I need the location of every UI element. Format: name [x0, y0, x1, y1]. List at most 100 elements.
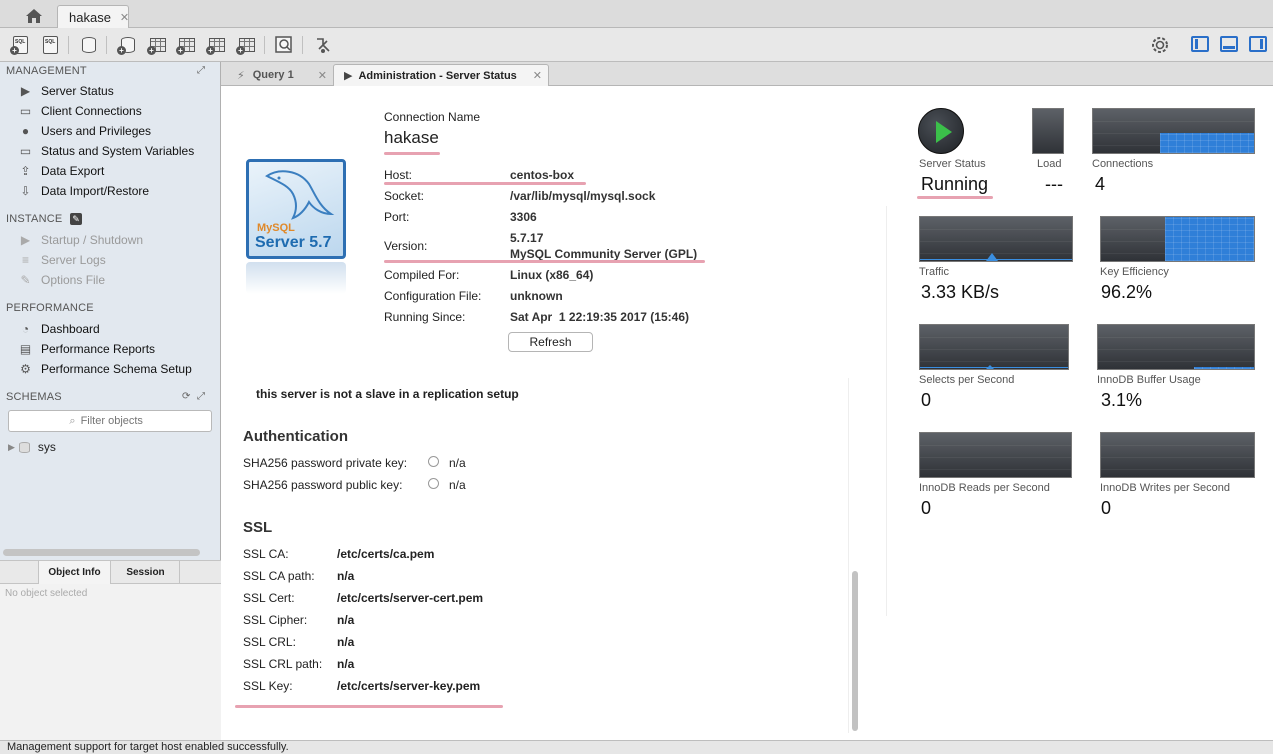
create-schema-icon[interactable]: +: [117, 35, 139, 55]
home-icon: [26, 9, 42, 23]
lightning-icon: ⚡: [237, 69, 245, 82]
settings-icon[interactable]: [1150, 35, 1172, 55]
ssl-crl-label: SSL CRL:: [243, 635, 296, 649]
tab-query-1[interactable]: ⚡ Query 1 ✕: [227, 64, 333, 86]
sidebar-item-server-status[interactable]: ▶ Server Status: [18, 82, 114, 100]
innodb-buffer-label: InnoDB Buffer Usage: [1097, 374, 1201, 386]
toolbar-separator: [302, 36, 303, 54]
panel-divider: [886, 206, 887, 616]
toggle-output-icon[interactable]: [1220, 36, 1238, 52]
expand-icon[interactable]: ⤢: [197, 391, 205, 402]
disclosure-triangle-icon[interactable]: ▶: [8, 442, 15, 453]
replication-note: this server is not a slave in a replicat…: [256, 387, 519, 401]
logo-text: Server 5.7: [255, 234, 332, 251]
highlight-underline: [384, 182, 586, 185]
tab-label: Administration - Server Status: [358, 69, 517, 82]
new-sql-tab-icon[interactable]: SQL +: [10, 35, 32, 55]
play-circle-icon: ▶: [20, 233, 31, 247]
innodb-writes-graph: [1100, 432, 1255, 478]
sidebar-item-dashboard[interactable]: ◔ Dashboard: [18, 320, 100, 338]
filter-objects-field[interactable]: ⌕: [8, 410, 212, 432]
traffic-label: Traffic: [919, 266, 949, 278]
config-file-label: Configuration File:: [384, 289, 482, 303]
schemas-section-title: SCHEMAS: [6, 391, 62, 403]
innodb-writes-label: InnoDB Writes per Second: [1100, 482, 1231, 494]
create-view-icon[interactable]: +: [176, 35, 198, 55]
expand-icon[interactable]: ⤢: [197, 65, 205, 76]
load-value: ---: [1045, 174, 1063, 194]
toggle-sidebar-icon[interactable]: [1191, 36, 1209, 52]
sidebar-item-data-export[interactable]: ⇪ Data Export: [18, 162, 104, 180]
create-table-icon[interactable]: +: [147, 35, 169, 55]
tab-session[interactable]: Session: [112, 561, 180, 584]
sidebar-item-server-logs[interactable]: ≡ Server Logs: [18, 251, 106, 269]
dolphin-icon: [265, 170, 335, 220]
navigator-sidebar: MANAGEMENT ⤢ ▶ Server Status ▭ Client Conn…: [0, 62, 221, 740]
highlight-underline: [384, 260, 705, 263]
schema-item-sys[interactable]: ▶ sys: [8, 439, 56, 455]
socket-label: Socket:: [384, 189, 425, 203]
sidebar-scrollbar[interactable]: [3, 549, 200, 556]
close-icon[interactable]: ✕: [318, 69, 327, 82]
sidebar-item-label: Status and System Variables: [41, 144, 195, 158]
refresh-button[interactable]: Refresh: [508, 332, 593, 352]
connection-tab-label: hakase: [69, 9, 111, 25]
close-icon[interactable]: ✕: [533, 69, 542, 82]
create-procedure-icon[interactable]: +: [206, 35, 228, 55]
logo-reflection: [246, 262, 346, 294]
refresh-schemas-icon[interactable]: ⟳: [182, 391, 190, 402]
private-key-value: n/a: [449, 456, 466, 470]
toolbar-separator: [68, 36, 69, 54]
sidebar-item-performance-schema-setup[interactable]: ⚙ Performance Schema Setup: [18, 360, 192, 378]
private-key-radio[interactable]: [428, 456, 439, 467]
home-button[interactable]: [14, 6, 54, 26]
wrench-icon: ✎: [20, 273, 31, 287]
connection-name-value: hakase: [384, 128, 439, 147]
connection-name-label: Connection Name: [384, 110, 481, 124]
toolbar-separator: [264, 36, 265, 54]
running-since-value: Sat Apr 1 22:19:35 2017 (15:46): [510, 310, 689, 324]
ssl-key-value: /etc/certs/server-key.pem: [337, 679, 481, 693]
sidebar-item-status-variables[interactable]: ▭ Status and System Variables: [18, 142, 194, 160]
monitor-icon: ▭: [19, 104, 32, 118]
sidebar-item-client-connections[interactable]: ▭ Client Connections: [18, 102, 142, 120]
import-icon: ⇩: [20, 184, 31, 198]
sidebar-item-label: Data Import/Restore: [41, 184, 150, 198]
tab-label: Query 1: [252, 69, 294, 81]
reconnect-icon[interactable]: [313, 35, 335, 55]
server-running-play-icon[interactable]: [918, 108, 964, 154]
innodb-reads-graph: [919, 432, 1072, 478]
ssl-ca-path-value: n/a: [337, 569, 355, 583]
authentication-heading: Authentication: [243, 428, 348, 445]
filter-objects-input[interactable]: [80, 415, 151, 427]
tab-object-info[interactable]: Object Info: [38, 561, 111, 584]
connection-tab[interactable]: hakase ✕: [57, 5, 129, 28]
search-table-data-icon[interactable]: [274, 35, 296, 55]
inspector-icon[interactable]: [78, 35, 100, 55]
create-function-icon[interactable]: +: [236, 35, 258, 55]
ssl-cert-label: SSL Cert:: [243, 591, 295, 605]
traffic-value: 3.33 KB/s: [921, 282, 1000, 302]
sidebar-item-data-import[interactable]: ⇩ Data Import/Restore: [18, 182, 149, 200]
gauge-icon: ◔: [21, 322, 30, 336]
play-circle-icon: ▶: [20, 84, 31, 98]
compiled-for-value: Linux (x86_64): [510, 268, 594, 282]
connections-fill: [1160, 133, 1254, 153]
running-since-label: Running Since:: [384, 310, 466, 324]
load-graph: [1032, 108, 1064, 154]
toolbar-separator: [106, 36, 107, 54]
open-sql-script-icon[interactable]: SQL: [40, 35, 62, 55]
ssl-key-label: SSL Key:: [243, 679, 293, 693]
sidebar-item-label: Startup / Shutdown: [41, 233, 144, 247]
public-key-radio[interactable]: [428, 478, 439, 489]
ssl-cipher-label: SSL Cipher:: [243, 613, 308, 627]
details-scrollbar[interactable]: [852, 571, 858, 731]
close-icon[interactable]: ✕: [120, 11, 129, 24]
performance-section-title: PERFORMANCE: [6, 302, 94, 314]
sidebar-item-performance-reports[interactable]: ▤ Performance Reports: [18, 340, 155, 358]
sidebar-item-options-file[interactable]: ✎ Options File: [18, 271, 105, 289]
sidebar-item-users-privileges[interactable]: ● Users and Privileges: [18, 122, 151, 140]
tab-administration-server-status[interactable]: ▶ Administration - Server Status ✕: [333, 64, 549, 86]
toggle-secondary-sidebar-icon[interactable]: [1249, 36, 1267, 52]
sidebar-item-startup-shutdown[interactable]: ▶ Startup / Shutdown: [18, 231, 143, 249]
